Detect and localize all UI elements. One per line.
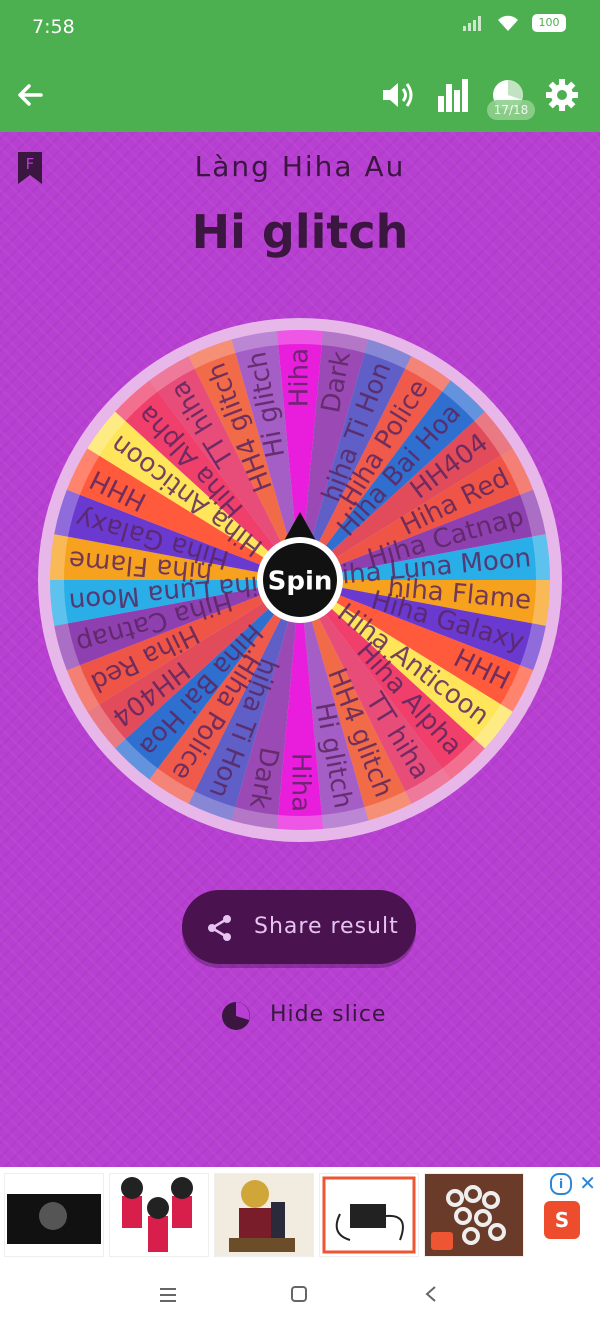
stats-button[interactable] <box>431 73 475 117</box>
wheel-svg[interactable]: Hiha Darkhiha Ti HonHiha PoliceHiha Bai H… <box>35 315 565 845</box>
pie-slice-icon <box>222 1002 250 1030</box>
wifi-icon <box>498 15 518 31</box>
spin-wheel[interactable]: Hiha Dark hiha Ti Hon Hiha Police Hiha Bai H… <box>35 315 565 845</box>
wheel-result-title: Hi glitch <box>191 205 409 259</box>
wheel-slice-band <box>276 330 324 346</box>
ad-charger-image <box>322 1176 416 1254</box>
clock: 7:58 <box>32 16 75 38</box>
spin-label[interactable]: Spin <box>268 567 333 597</box>
wheel-slice-label: Hiha <box>285 348 315 407</box>
wheel-group-name: Làng Hiha Au <box>194 150 406 183</box>
ad-product-image[interactable] <box>109 1173 209 1257</box>
shopee-logo-icon[interactable]: S <box>544 1201 580 1239</box>
ad-banner[interactable]: i ✕ S <box>0 1167 600 1260</box>
arrow-left-icon <box>18 84 43 106</box>
home-square-icon <box>291 1286 307 1302</box>
ad-product-image[interactable] <box>319 1173 419 1257</box>
ad-rings-image <box>431 1185 506 1250</box>
ad-close-icon[interactable]: ✕ <box>579 1171 596 1195</box>
slice-counter-badge: 17/18 <box>487 100 535 120</box>
battery-icon: 100 <box>532 14 566 32</box>
menu-icon <box>160 1288 176 1302</box>
bar-chart-icon <box>438 79 468 112</box>
ad-helmet-image <box>7 1194 101 1244</box>
system-nav-bar <box>0 1260 600 1333</box>
wheel-slice-band <box>276 814 324 830</box>
settings-button[interactable] <box>540 73 584 117</box>
sound-button[interactable] <box>376 73 420 117</box>
back-nav-button[interactable] <box>416 1282 446 1312</box>
gear-icon <box>546 79 578 111</box>
ad-statue-image <box>229 1180 295 1252</box>
ad-product-image[interactable] <box>424 1173 524 1257</box>
recent-apps-button[interactable] <box>153 1282 183 1312</box>
ad-product-image[interactable] <box>4 1173 104 1257</box>
signal-icon <box>463 16 481 31</box>
volume-icon <box>383 83 413 107</box>
hide-slice-label: Hide slice <box>270 1002 387 1027</box>
ad-info-icon[interactable]: i <box>550 1173 572 1195</box>
chevron-left-icon <box>425 1286 436 1302</box>
status-bar: 7:58 100 <box>0 0 600 58</box>
ad-figures-image <box>121 1177 193 1252</box>
app-toolbar <box>0 58 600 132</box>
wheel-slice-label: Hiha <box>286 753 316 812</box>
home-button[interactable] <box>284 1282 314 1312</box>
share-icon <box>208 915 231 941</box>
back-button[interactable] <box>8 73 52 117</box>
ad-product-image[interactable] <box>214 1173 314 1257</box>
share-result-label: Share result <box>254 914 399 939</box>
share-result-button[interactable]: Share result <box>182 890 416 964</box>
